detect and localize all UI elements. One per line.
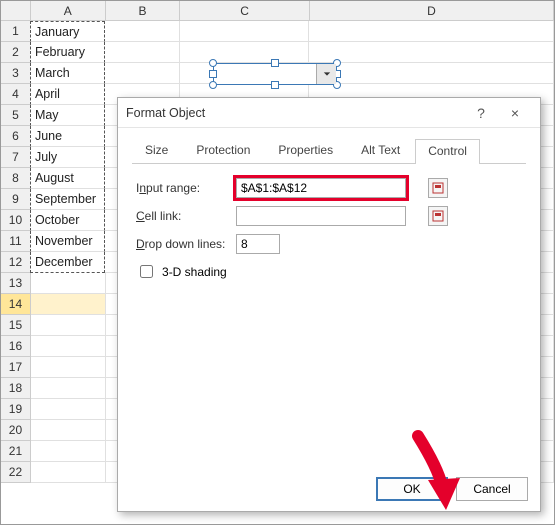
three-d-shading-checkbox[interactable] [140,265,153,278]
tab-protection[interactable]: Protection [183,138,263,163]
row-header[interactable]: 1 [1,21,31,42]
combobox-dropdown-button[interactable] [316,64,336,84]
cell[interactable] [31,441,106,462]
collapse-dialog-icon [432,210,444,222]
row-header[interactable]: 19 [1,399,31,420]
cell[interactable] [309,21,554,42]
row-header[interactable]: 3 [1,63,31,84]
cell[interactable] [180,21,310,42]
cancel-button[interactable]: Cancel [456,477,528,501]
dropdown-lines-field[interactable] [236,234,280,254]
row-header[interactable]: 13 [1,273,31,294]
tab-alt-text[interactable]: Alt Text [348,138,413,163]
cell[interactable] [309,63,554,84]
cell[interactable] [31,336,106,357]
cell[interactable] [309,42,554,63]
tab-control[interactable]: Control [415,139,480,164]
col-header-C[interactable]: C [180,1,310,21]
cell[interactable]: June [30,126,105,147]
cell[interactable]: January [30,21,105,42]
resize-handle[interactable] [271,81,279,89]
resize-handle[interactable] [209,70,217,78]
row-header[interactable]: 15 [1,315,31,336]
resize-handle[interactable] [209,59,217,67]
cell[interactable]: December [30,252,105,273]
combobox-object[interactable] [213,63,337,85]
tab-size[interactable]: Size [132,138,181,163]
resize-handle[interactable] [271,59,279,67]
tab-properties[interactable]: Properties [265,138,346,163]
row-header[interactable]: 16 [1,336,31,357]
cell[interactable] [31,357,106,378]
cell[interactable] [180,42,310,63]
row-header[interactable]: 8 [1,168,31,189]
row-header[interactable]: 7 [1,147,31,168]
resize-handle[interactable] [209,81,217,89]
collapse-dialog-icon [432,182,444,194]
row-header[interactable]: 11 [1,231,31,252]
range-picker-button[interactable] [428,206,448,226]
dialog-title: Format Object [126,106,464,120]
col-header-B[interactable]: B [106,1,181,21]
row-header[interactable]: 18 [1,378,31,399]
cell[interactable]: August [30,168,105,189]
chevron-down-icon [323,70,331,78]
dropdown-lines-label: Drop down lines: [136,237,236,251]
cell[interactable]: October [30,210,105,231]
col-header-A[interactable]: A [31,1,106,21]
row-header[interactable]: 4 [1,84,31,105]
row-header[interactable]: 6 [1,126,31,147]
row-header[interactable]: 5 [1,105,31,126]
cell[interactable] [31,273,106,294]
row-header[interactable]: 14 [1,294,31,315]
cell[interactable] [31,378,106,399]
select-all-corner[interactable] [1,1,31,21]
cell[interactable]: March [30,63,105,84]
dialog-tabs: Size Protection Properties Alt Text Cont… [132,138,526,164]
format-object-dialog: Format Object ? × Size Protection Proper… [117,97,541,512]
close-button[interactable]: × [498,100,532,126]
row-header[interactable]: 10 [1,210,31,231]
cell[interactable]: July [30,147,105,168]
cell[interactable]: September [30,189,105,210]
dialog-titlebar[interactable]: Format Object ? × [118,98,540,128]
cell-link-label: Cell link: [136,209,236,223]
cell[interactable] [31,294,106,315]
col-header-D[interactable]: D [310,1,554,21]
cell[interactable] [105,63,180,84]
cell[interactable]: April [30,84,105,105]
row-header[interactable]: 12 [1,252,31,273]
row-header[interactable]: 22 [1,462,31,483]
cell[interactable]: May [30,105,105,126]
ok-button[interactable]: OK [376,477,448,501]
input-range-label: Input range: [136,181,236,195]
three-d-shading-label: 3-D shading [162,265,227,279]
row-header[interactable]: 17 [1,357,31,378]
cell[interactable] [105,21,180,42]
row-header[interactable]: 2 [1,42,31,63]
cell[interactable]: February [30,42,105,63]
cell[interactable] [31,462,106,483]
cell[interactable] [31,315,106,336]
row-header[interactable]: 21 [1,441,31,462]
input-range-field[interactable] [236,178,406,198]
cell[interactable]: November [30,231,105,252]
help-button[interactable]: ? [464,100,498,126]
row-header[interactable]: 9 [1,189,31,210]
cell[interactable] [105,42,180,63]
cell[interactable] [31,420,106,441]
cell[interactable] [31,399,106,420]
row-header[interactable]: 20 [1,420,31,441]
cell-link-field[interactable] [236,206,406,226]
range-picker-button[interactable] [428,178,448,198]
